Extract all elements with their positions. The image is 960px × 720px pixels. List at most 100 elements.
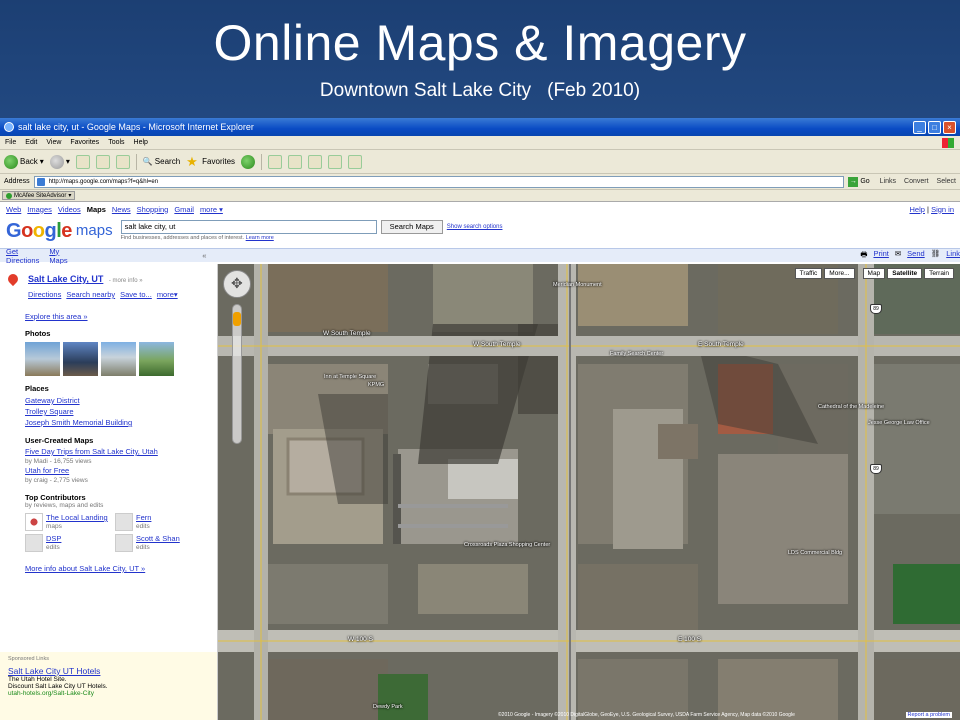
maps-search-input[interactable]: salt lake city, ut [120, 220, 377, 234]
map-label[interactable]: KPMG [368, 382, 384, 388]
menu-file[interactable]: File [5, 139, 16, 146]
send-link[interactable]: Send [907, 249, 925, 262]
edit-icon[interactable] [308, 154, 323, 169]
map-button[interactable]: Map [862, 268, 886, 279]
google-logo[interactable]: Google [6, 220, 72, 242]
favorites-button[interactable]: ★ Favorites [186, 154, 235, 169]
photo-thumbnail[interactable] [63, 342, 98, 376]
contributor-name[interactable]: The Local Landing [46, 513, 108, 522]
learn-more-link[interactable]: Learn more [246, 235, 274, 241]
collapse-panel-button[interactable]: « [202, 251, 206, 260]
search-options-link[interactable]: Show search options [447, 224, 503, 230]
sign-in-link[interactable]: Sign in [931, 205, 954, 214]
minimize-button[interactable]: _ [913, 120, 926, 134]
zoom-handle[interactable] [233, 312, 241, 326]
help-link[interactable]: Help [910, 205, 925, 214]
ad-title-link[interactable]: Salt Lake City UT Hotels [8, 666, 100, 676]
directions-link[interactable]: Directions [28, 290, 61, 299]
links-label[interactable]: Links [880, 178, 896, 185]
map-label[interactable]: Inn at Temple Square [324, 374, 376, 380]
nav-shopping[interactable]: Shopping [137, 205, 169, 214]
map-label[interactable]: Cathedral of the Madeleine [818, 404, 884, 410]
back-button[interactable]: Back ▾ [4, 154, 44, 169]
messenger-icon[interactable] [348, 154, 363, 169]
link-link[interactable]: Link [946, 249, 960, 262]
refresh-icon[interactable] [95, 154, 110, 169]
my-maps-link[interactable]: My Maps [49, 247, 73, 265]
nav-news[interactable]: News [112, 205, 131, 214]
pan-control[interactable] [223, 270, 251, 298]
discuss-icon[interactable] [328, 154, 343, 169]
save-to-link[interactable]: Save to... [120, 290, 152, 299]
mail-icon[interactable] [268, 154, 283, 169]
contributors-heading: Top Contributors [25, 493, 86, 502]
convert-button[interactable]: Convert [904, 178, 929, 185]
photo-thumbnail[interactable] [101, 342, 136, 376]
user-map-link[interactable]: Five Day Trips from Salt Lake City, Utah [25, 447, 158, 456]
map-label[interactable]: Dewdy Park [373, 704, 403, 710]
back-arrow-icon [4, 154, 18, 169]
search-nearby-link[interactable]: Search nearby [66, 290, 115, 299]
photo-thumbnail[interactable] [25, 342, 60, 376]
avatar[interactable] [25, 513, 43, 531]
menu-help[interactable]: Help [134, 139, 148, 146]
forward-button[interactable]: ▾ [49, 154, 70, 169]
contributor-name[interactable]: Scott & Shan [136, 534, 180, 543]
more-layers-button[interactable]: More... [824, 268, 855, 279]
user-map-link[interactable]: Utah for Free [25, 466, 69, 475]
nav-more[interactable]: more ▾ [200, 205, 223, 214]
nav-maps[interactable]: Maps [87, 205, 106, 214]
search-button[interactable]: 🔍 Search [143, 157, 180, 166]
close-button[interactable]: × [943, 120, 956, 134]
stop-icon[interactable] [75, 154, 90, 169]
get-directions-link[interactable]: Get Directions [6, 247, 43, 265]
map-label[interactable]: LDS Commercial Bldg [788, 550, 842, 556]
print-icon[interactable] [288, 154, 303, 169]
result-more-info[interactable]: - more info » [109, 278, 143, 284]
contributor-name[interactable]: DSP [46, 534, 61, 543]
search-icon: 🔍 [142, 157, 153, 166]
search-maps-button[interactable]: Search Maps [380, 220, 443, 234]
select-button[interactable]: Select [937, 178, 956, 185]
avatar[interactable] [115, 513, 133, 531]
nav-web[interactable]: Web [6, 205, 21, 214]
send-icon: ✉ [894, 249, 902, 258]
map-label[interactable]: Crossroads Plaza Shopping Center [464, 542, 550, 548]
mcafee-button[interactable]: McAfee SiteAdvisor ▾ [2, 191, 76, 200]
map-label[interactable]: Family Search Center [610, 351, 663, 357]
more-info-link[interactable]: More info about Salt Lake City, UT » [25, 564, 145, 573]
more-actions-link[interactable]: more▾ [157, 290, 178, 299]
print-link[interactable]: Print [873, 249, 888, 262]
satellite-button[interactable]: Satellite [887, 268, 923, 279]
menu-view[interactable]: View [46, 139, 61, 146]
map-label[interactable]: Jesse George Law Office [868, 420, 930, 426]
ad-url[interactable]: utah-hotels.org/Salt-Lake-City [8, 690, 209, 697]
place-link[interactable]: Gateway District [25, 396, 80, 405]
nav-images[interactable]: Images [27, 205, 52, 214]
place-link[interactable]: Joseph Smith Memorial Building [25, 418, 132, 427]
menu-tools[interactable]: Tools [108, 139, 124, 146]
explore-area-link[interactable]: Explore this area » [25, 312, 88, 321]
go-button[interactable]: → Go [848, 176, 870, 187]
maximize-button[interactable]: □ [928, 120, 941, 134]
place-link[interactable]: Trolley Square [25, 407, 74, 416]
nav-videos[interactable]: Videos [58, 205, 81, 214]
menu-edit[interactable]: Edit [25, 139, 37, 146]
result-title-link[interactable]: Salt Lake City, UT [28, 274, 103, 284]
avatar[interactable] [115, 534, 133, 552]
satellite-map[interactable]: Traffic More... Map Satellite Terrain Me… [218, 264, 960, 720]
photo-thumbnail[interactable] [139, 342, 174, 376]
history-icon[interactable] [241, 154, 256, 169]
nav-gmail[interactable]: Gmail [174, 205, 194, 214]
map-label[interactable]: Meridian Monument [553, 282, 602, 288]
search-hint-text: Find businesses, addresses and places of… [120, 235, 245, 241]
address-input[interactable]: http://maps.google.com/maps?f=q&hl=en [33, 175, 845, 188]
contributor-name[interactable]: Fern [136, 513, 151, 522]
traffic-button[interactable]: Traffic [794, 268, 823, 279]
home-icon[interactable] [115, 154, 130, 169]
menu-favorites[interactable]: Favorites [70, 139, 99, 146]
report-problem-link[interactable]: Report a problem [905, 712, 952, 718]
terrain-button[interactable]: Terrain [924, 268, 954, 279]
contributor: Fern edits [115, 513, 205, 531]
avatar[interactable] [25, 534, 43, 552]
